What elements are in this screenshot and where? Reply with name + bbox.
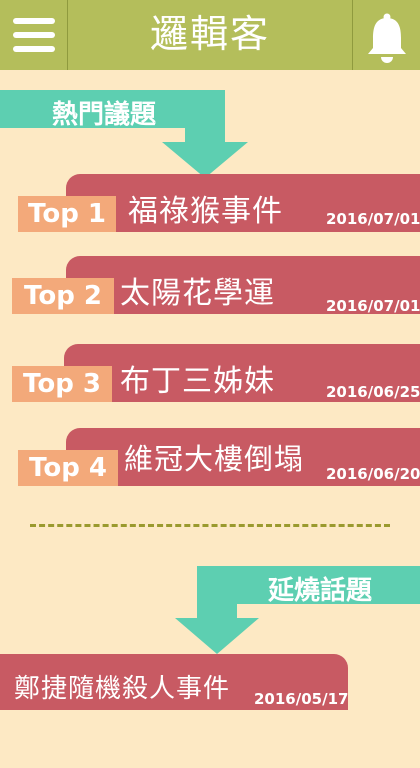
- topic-date: 2016/05/17: [254, 690, 349, 708]
- rank-badge: Top 3: [12, 366, 112, 402]
- section-divider: [30, 524, 390, 527]
- topic-title: 維冠大樓倒塌: [124, 442, 305, 476]
- topic-title: 太陽花學運: [120, 276, 275, 311]
- topic-title: 福祿猴事件: [128, 194, 283, 229]
- topic-date: 2016/07/01: [326, 210, 420, 228]
- bell-icon: [368, 13, 406, 63]
- topic-date: 2016/07/01: [326, 297, 420, 315]
- top-app-bar: 邏輯客: [0, 0, 420, 70]
- app-title: 邏輯客: [149, 12, 270, 56]
- hot-topics-label: 熱門議題: [52, 100, 157, 130]
- rank-badge: Top 2: [12, 278, 114, 314]
- topic-title: 布丁三姊妹: [120, 364, 275, 399]
- ongoing-topics-label: 延燒話題: [268, 576, 373, 606]
- rank-badge: Top 1: [18, 196, 116, 232]
- topic-date: 2016/06/25: [326, 383, 420, 401]
- rank-badge: Top 4: [18, 450, 118, 486]
- topic-date: 2016/06/20: [326, 465, 420, 483]
- notifications-button[interactable]: [352, 0, 420, 70]
- topic-title: 鄭捷隨機殺人事件: [14, 674, 231, 704]
- menu-button[interactable]: [0, 0, 68, 70]
